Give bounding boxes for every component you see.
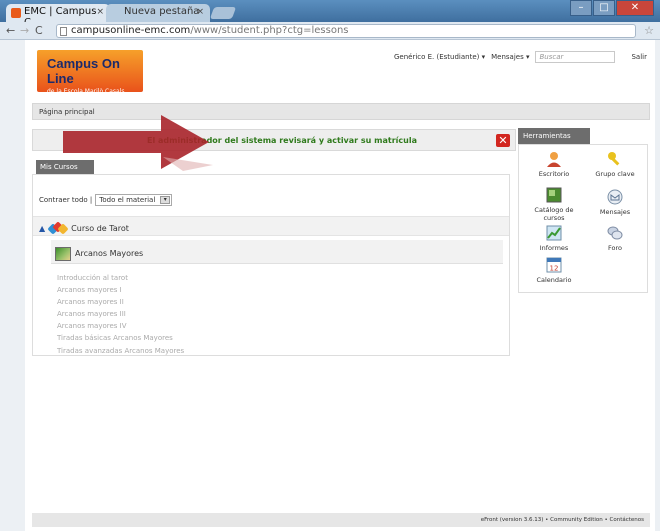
tab-campus[interactable]: EMC | Campus C ×	[6, 4, 110, 28]
material-filter-select[interactable]: Todo el material ▾	[95, 194, 173, 206]
bookmark-star-icon[interactable]: ☆	[644, 24, 654, 37]
tool-foro[interactable]: Foro	[589, 225, 641, 252]
search-input[interactable]: Buscar	[535, 51, 616, 63]
lesson-row[interactable]: Arcanos Mayores	[51, 240, 503, 264]
campus-logo[interactable]: Campus On Line de la Escola Marilò Casal…	[37, 50, 143, 95]
chevron-up-icon[interactable]: ▲	[39, 224, 45, 233]
chevron-down-icon: ▾	[160, 196, 171, 204]
close-tab-icon[interactable]: ×	[96, 7, 104, 17]
course-icon	[47, 220, 69, 235]
lesson-name: Arcanos Mayores	[75, 249, 144, 258]
browser-toolbar: ← → C campusonline-emc.com/www/student.p…	[0, 22, 660, 40]
calendar-icon: 12	[546, 257, 562, 273]
site-favicon-icon	[11, 8, 21, 18]
forum-icon	[607, 225, 623, 241]
tab-new[interactable]: Nueva pestaña ×	[106, 4, 210, 22]
tool-grupo-clave[interactable]: Grupo clave	[589, 151, 641, 178]
logo-subtitle: de la Escola Marilò Casals	[47, 88, 125, 95]
course-row[interactable]: ▲ Curso de Tarot	[33, 216, 509, 236]
courses-panel: Contraer todo | Todo el material ▾ ▲ Cur…	[32, 174, 510, 356]
url-host: campusonline-emc.com	[71, 25, 191, 36]
user-menu[interactable]: Genérico E. (Estudiante) ▾	[394, 53, 485, 61]
lesson-list: Introducción al tarot Arcanos mayores I …	[57, 272, 184, 357]
calendar-day: 12	[550, 265, 559, 273]
tool-label: Escritorio	[538, 170, 570, 178]
footer-text[interactable]: eFront (version 3.6.13) • Community Edit…	[481, 517, 644, 523]
collapse-controls: Contraer todo | Todo el material ▾	[39, 194, 173, 206]
tool-mensajes[interactable]: Mensajes	[589, 189, 641, 216]
messages-menu[interactable]: Mensajes ▾	[491, 53, 529, 61]
tab-label: Nueva pestaña	[124, 6, 200, 17]
list-item[interactable]: Arcanos mayores II	[57, 296, 184, 308]
new-tab-button[interactable]	[209, 7, 237, 19]
lesson-map-icon	[55, 246, 71, 261]
my-courses-tab: Mis Cursos	[36, 160, 94, 175]
tool-catalogo[interactable]: Catálogo de cursos	[528, 187, 580, 222]
forward-icon[interactable]: →	[20, 24, 29, 37]
key-icon	[607, 151, 623, 167]
mail-icon	[607, 189, 623, 205]
page-content: Campus On Line de la Escola Marilò Casal…	[25, 40, 655, 531]
user-icon	[546, 151, 562, 167]
list-item[interactable]: Arcanos mayores IV	[57, 320, 184, 332]
tool-label: Calendario	[536, 276, 572, 284]
page-icon	[60, 27, 67, 36]
footer: eFront (version 3.6.13) • Community Edit…	[32, 513, 650, 527]
tool-label: Catálogo de cursos	[534, 206, 574, 222]
collapse-all-link[interactable]: Contraer todo |	[39, 196, 92, 204]
course-name: Curso de Tarot	[71, 224, 129, 233]
catalog-icon	[546, 187, 562, 203]
user-bar: Genérico E. (Estudiante) ▾ Mensajes ▾ Bu…	[394, 51, 647, 63]
tools-tab: Herramientas	[518, 128, 590, 145]
close-window-icon[interactable]: ✕	[616, 0, 654, 16]
address-bar[interactable]: campusonline-emc.com/www/student.php?ctg…	[56, 24, 636, 38]
window-controls: – □ ✕	[570, 0, 654, 16]
tool-label: Foro	[608, 244, 622, 252]
maximize-icon[interactable]: □	[593, 0, 615, 16]
filter-value: Todo el material	[99, 196, 156, 204]
tool-calendario[interactable]: 12 Calendario	[528, 257, 580, 284]
browser-titlebar: EMC | Campus C × Nueva pestaña × – □ ✕	[0, 0, 660, 28]
list-item[interactable]: Introducción al tarot	[57, 272, 184, 284]
tool-label: Informes	[539, 244, 569, 252]
chart-icon	[546, 225, 562, 241]
logo-title: Campus On Line	[47, 56, 120, 86]
tool-label: Grupo clave	[595, 170, 635, 178]
reload-icon[interactable]: C	[35, 24, 43, 37]
logout-link[interactable]: Salir	[631, 53, 647, 61]
tool-label: Mensajes	[599, 208, 631, 216]
list-item[interactable]: Tiradas avanzadas Arcanos Mayores	[57, 345, 184, 357]
list-item[interactable]: Arcanos mayores III	[57, 308, 184, 320]
tool-informes[interactable]: Informes	[528, 225, 580, 252]
back-icon[interactable]: ←	[6, 24, 15, 37]
minimize-icon[interactable]: –	[570, 0, 592, 16]
url-path: /www/student.php?ctg=lessons	[190, 25, 349, 36]
list-item[interactable]: Tiradas básicas Arcanos Mayores	[57, 332, 184, 344]
tools-panel: Escritorio Grupo clave Catálogo de curso…	[518, 144, 648, 293]
tool-escritorio[interactable]: Escritorio	[528, 151, 580, 178]
close-tab-icon[interactable]: ×	[196, 7, 204, 17]
list-item[interactable]: Arcanos mayores I	[57, 284, 184, 296]
close-icon[interactable]: ✕	[496, 134, 510, 147]
